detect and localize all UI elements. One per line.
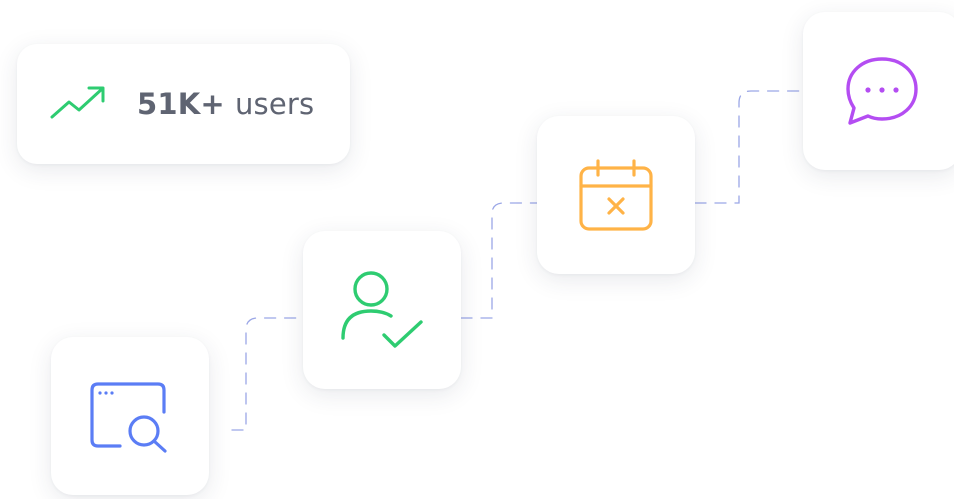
users-stat-card: 51K+ users (17, 44, 350, 164)
calendar-cancel-icon (579, 159, 653, 231)
step-card-user-verified (303, 231, 461, 389)
users-count: 51K+ (137, 87, 225, 121)
user-check-icon (341, 271, 423, 348)
trending-up-icon (49, 84, 107, 124)
step-card-chat (803, 12, 954, 170)
step-card-calendar (537, 116, 695, 274)
journey-illustration: 51K+ users (0, 0, 954, 499)
users-stat-text: 51K+ users (137, 87, 314, 121)
connector-2-3 (460, 202, 538, 319)
connector-1-2 (231, 317, 304, 431)
step-card-search (51, 337, 209, 495)
chat-bubble-icon (846, 57, 918, 125)
connector-3-4 (694, 90, 804, 204)
browser-search-icon (90, 382, 167, 453)
users-label: users (234, 87, 315, 121)
